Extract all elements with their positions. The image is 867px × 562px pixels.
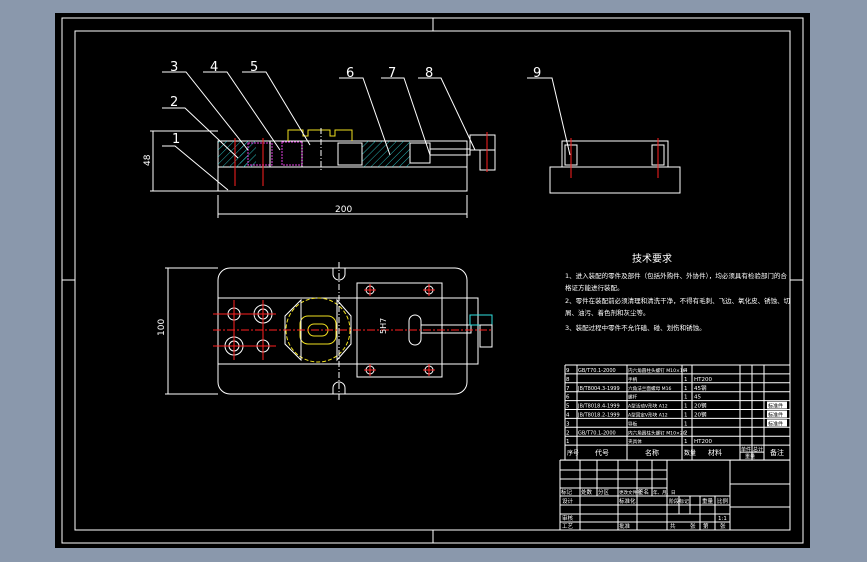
balloon-5: 5	[250, 60, 258, 75]
parts-no: 6	[566, 395, 570, 401]
sheet-label: 张	[720, 522, 726, 530]
remark-text: 标准件	[768, 412, 783, 419]
parts-material: 45钢	[694, 384, 707, 392]
dim-length: 200	[335, 205, 352, 215]
sheet-label: 张	[690, 522, 696, 530]
parts-header-single: 单件	[741, 446, 751, 453]
parts-qty: 2	[684, 430, 688, 436]
parts-no: 8	[566, 377, 570, 383]
parts-header-code: 代号	[595, 448, 609, 457]
tech-req-line: 1、进入装配的零件及部件（包括外购件、外协件），均必须具有检验部门的合	[565, 271, 787, 280]
stage-label: 阶段标记	[669, 498, 689, 505]
parts-material: 45	[694, 395, 701, 401]
parts-qty: 1	[684, 377, 688, 383]
parts-material: HT200	[694, 439, 712, 445]
parts-code: JB/T8018.4-1999	[577, 404, 620, 410]
rev-label: 年、月、日	[653, 489, 676, 496]
balloon-6: 6	[346, 66, 354, 81]
dim-height: 48	[143, 154, 153, 166]
weight-label: 重量	[702, 497, 714, 505]
parts-no: 9	[566, 368, 570, 374]
parts-qty: 1	[684, 395, 688, 401]
balloon-1: 1	[172, 132, 180, 147]
fit-note: 5H7	[379, 318, 388, 334]
scale-label: 比例	[717, 497, 729, 505]
parts-header-name: 名称	[645, 448, 659, 457]
parts-header-remark: 备注	[770, 448, 784, 457]
parts-no: 4	[566, 413, 570, 419]
parts-name: A型固定V形块 A12	[628, 412, 668, 419]
parts-no: 7	[566, 386, 570, 392]
review-label: 审核	[562, 514, 574, 522]
parts-name: 内六角圆柱头螺钉 M10×20	[628, 429, 686, 436]
balloon-7: 7	[388, 66, 396, 81]
tech-req-line: 3、装配过程中零件不允许磕、碰、划伤和锈蚀。	[565, 323, 706, 332]
sheet-label: 第	[703, 522, 709, 530]
parts-name: 内六角圆柱头螺钉 M10×16	[628, 367, 686, 374]
parts-qty: 4	[684, 368, 688, 374]
sheet-label: 共	[670, 522, 676, 530]
balloon-3: 3	[170, 60, 178, 75]
parts-name: 六角法兰面螺母 M16	[628, 385, 672, 392]
parts-no: 1	[566, 439, 570, 445]
process-label: 工艺	[562, 523, 574, 530]
tech-req-line: 格证方能进行装配。	[565, 283, 624, 292]
parts-name: 螺杆	[628, 394, 638, 401]
parts-name: 导板	[628, 420, 638, 427]
scale-value: 1:1	[718, 516, 727, 522]
parts-qty: 1	[684, 439, 688, 445]
parts-name: 夹具体	[628, 438, 642, 445]
tech-req-line: 2、零件在装配前必须清理和清洗干净，不得有毛刺、飞边、氧化皮、锈蚀、切	[565, 296, 791, 305]
dim-width: 100	[157, 319, 167, 336]
rev-label: 处数	[581, 488, 593, 496]
parts-code: GB/T70.1-2000	[578, 430, 616, 436]
parts-code: JB/T8018.2-1999	[577, 413, 620, 419]
parts-header-material: 材料	[708, 448, 722, 457]
rev-label: 签名	[638, 488, 649, 496]
parts-name: 手柄	[628, 376, 638, 383]
design-label: 设计	[562, 497, 574, 505]
parts-header-weight: 重量	[745, 453, 755, 460]
parts-header-qty: 数量	[684, 449, 696, 457]
balloon-2: 2	[170, 95, 178, 110]
parts-no: 2	[566, 430, 570, 436]
parts-qty: 1	[684, 404, 688, 410]
parts-material: 20钢	[694, 411, 707, 419]
balloon-8: 8	[425, 66, 433, 81]
parts-name: A型活动V形块 A12	[628, 403, 668, 410]
parts-material: HT200	[694, 377, 712, 383]
approve-label: 批准	[619, 522, 631, 530]
parts-material: 20钢	[694, 402, 707, 410]
parts-no: 5	[566, 404, 570, 410]
remark-text: 标准件	[768, 403, 783, 410]
parts-qty: 1	[684, 421, 688, 427]
parts-header-total: 总计	[753, 446, 763, 453]
remark-text: 标准件	[768, 420, 783, 427]
rev-label: 标记	[561, 488, 573, 496]
balloon-9: 9	[533, 66, 541, 81]
rev-label: 分区	[598, 488, 610, 496]
parts-code: GB/T70.1-2000	[578, 368, 616, 374]
parts-code: JB/T8004.3-1999	[577, 386, 620, 392]
tech-req-line: 屑、油污、着色剂和灰尘等。	[565, 308, 650, 317]
standardization-label: 标准化	[619, 497, 636, 505]
parts-no: 3	[566, 421, 570, 427]
parts-qty: 1	[684, 386, 688, 392]
parts-header-no: 序号	[567, 449, 579, 457]
tech-req-title: 技术要求	[632, 252, 672, 265]
cad-drawing: 200 48 1 2 3 4 5 6 7 8 9 5H7 100 技术要求 1、…	[55, 13, 810, 548]
parts-qty: 1	[684, 413, 688, 419]
balloon-4: 4	[210, 60, 218, 75]
